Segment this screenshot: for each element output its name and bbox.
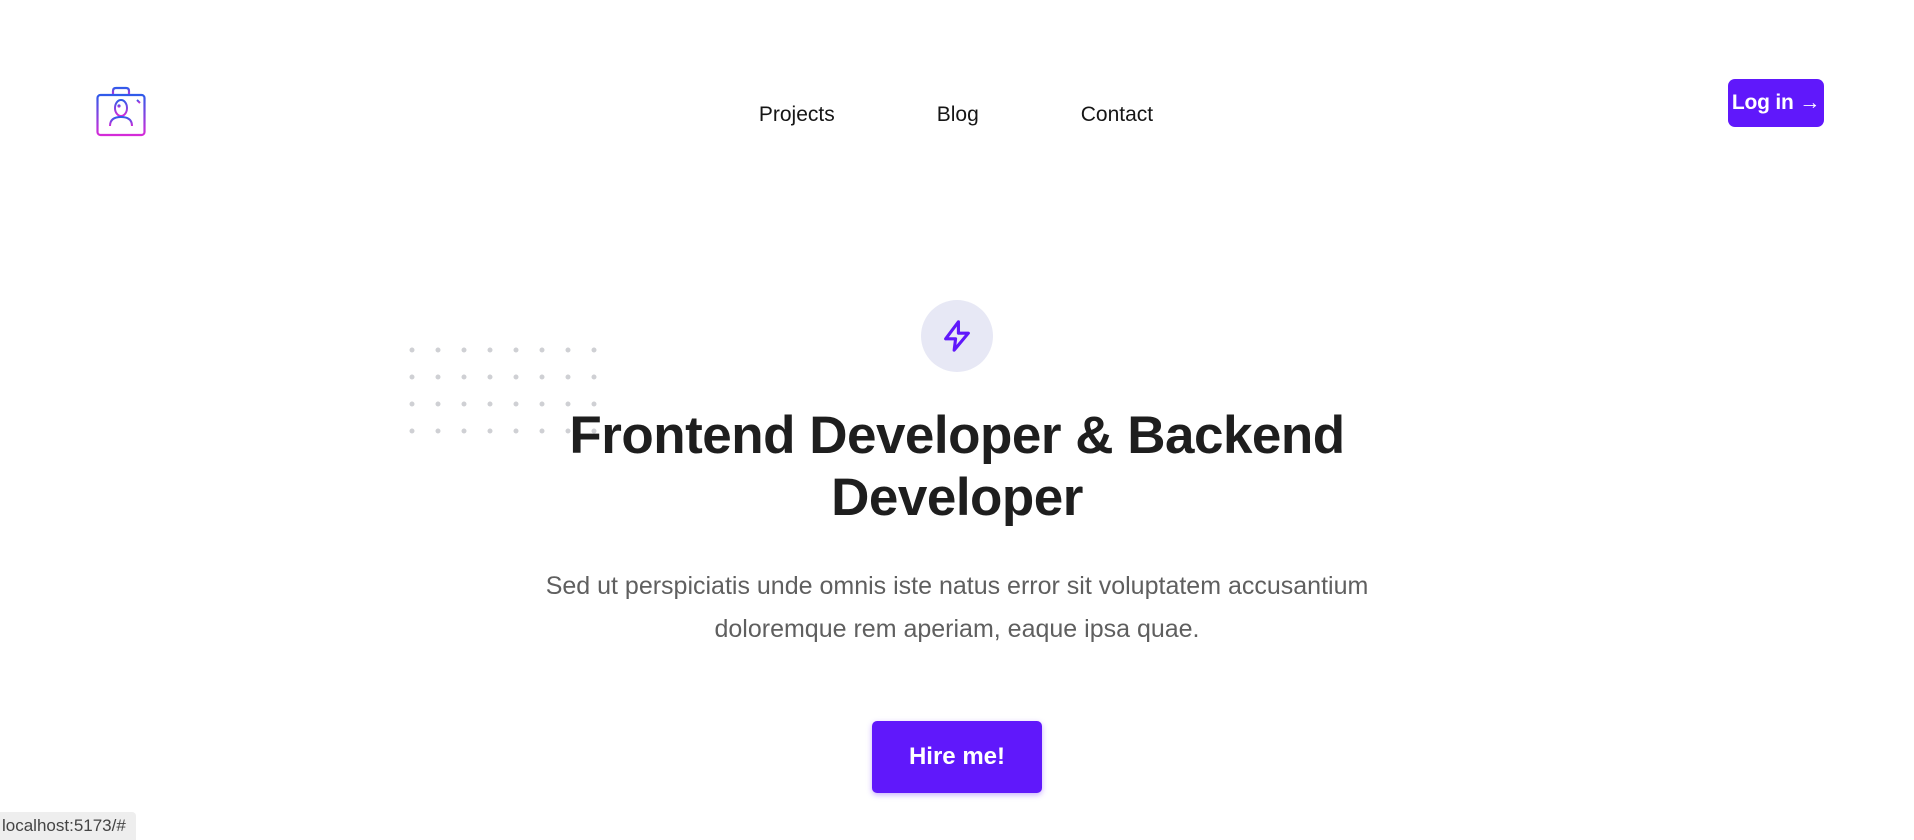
login-button[interactable]: Log in → <box>1728 79 1824 127</box>
hero-badge <box>921 300 993 372</box>
hero-title-line-2: Developer <box>831 468 1083 527</box>
page: Projects Blog Contact Log in → Frontend … <box>0 0 1914 840</box>
status-bar-url: localhost:5173/# <box>0 812 136 840</box>
nav-link-blog[interactable]: Blog <box>937 100 979 130</box>
hero-subtitle: Sed ut perspiciatis unde omnis iste natu… <box>0 565 1914 651</box>
nav-link-projects[interactable]: Projects <box>759 100 835 130</box>
hire-me-button[interactable]: Hire me! <box>872 721 1042 793</box>
hero-subtitle-line-1: Sed ut perspiciatis unde omnis iste natu… <box>545 572 1369 600</box>
hero-title: Frontend Developer & Backend Developer <box>0 405 1914 529</box>
hero-title-line-1: Frontend Developer & Backend <box>569 406 1345 465</box>
nav-link-contact[interactable]: Contact <box>1081 100 1153 130</box>
hero-subtitle-line-2: doloremque rem aperiam, eaque ipsa quae. <box>714 615 1200 643</box>
main-nav: Projects Blog Contact <box>0 100 1914 130</box>
lightning-bolt-icon <box>944 320 970 352</box>
